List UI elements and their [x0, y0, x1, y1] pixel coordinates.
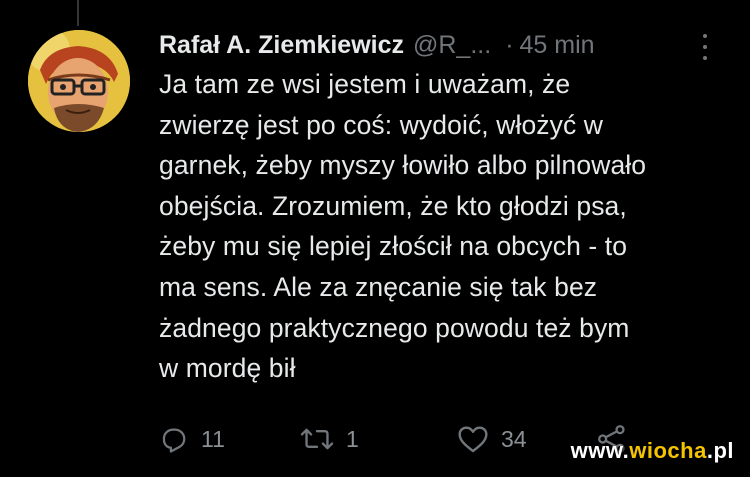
retweet-icon	[300, 428, 334, 450]
more-vertical-icon[interactable]	[701, 34, 709, 60]
reply-icon	[162, 428, 186, 453]
heart-icon	[458, 426, 488, 453]
author-handle[interactable]: @R_...	[413, 31, 491, 60]
like-button[interactable]: 34	[457, 424, 527, 454]
retweet-button[interactable]: 1	[300, 424, 359, 454]
reply-count: 11	[201, 425, 225, 452]
avatar[interactable]	[28, 30, 130, 132]
site-watermark: www.wiocha.pl	[571, 438, 734, 464]
tweet-text-line: w mordę bił	[159, 353, 296, 384]
tweet-text: Ja tam ze wsi jestem i uważam, że zwierz…	[159, 64, 729, 389]
watermark-prefix: www.	[570, 438, 630, 463]
tweet: Rafał A. Ziemkiewicz @R_... · 45 min Ja …	[159, 26, 729, 453]
tweet-text-line: garnek, żeby myszy łowiło albo pilnowało	[159, 150, 647, 181]
tweet-text-line: ma sens. Ale za znęcanie się tak bez	[159, 271, 598, 302]
tweet-text-line: żeby mu się lepiej złościł na obcych - t…	[159, 231, 628, 262]
reply-button[interactable]: 11	[159, 424, 225, 454]
separator-dot: ·	[505, 30, 514, 59]
tweet-text-line: Ja tam ze wsi jestem i uważam, że	[159, 69, 571, 99]
avatar-caricature-image	[28, 30, 130, 132]
tweet-text-line: obejścia. Zrozumiem, że kto głodzi psa,	[159, 190, 627, 221]
tweet-text-line: zwierzę jest po coś: wydoić, włożyć w	[159, 109, 604, 140]
author-name[interactable]: Rafał A. Ziemkiewicz	[159, 31, 404, 60]
watermark-brand: wiocha	[629, 438, 707, 463]
tweet-header: Rafał A. Ziemkiewicz @R_... · 45 min	[159, 26, 729, 64]
like-count: 34	[501, 425, 527, 452]
tweet-text-line: żadnego praktycznego powodu też bym	[159, 312, 630, 343]
tweet-timestamp[interactable]: 45 min	[520, 31, 595, 60]
watermark-suffix: .pl	[706, 438, 734, 463]
thread-connector-line	[77, 0, 79, 26]
retweet-count: 1	[346, 425, 359, 452]
